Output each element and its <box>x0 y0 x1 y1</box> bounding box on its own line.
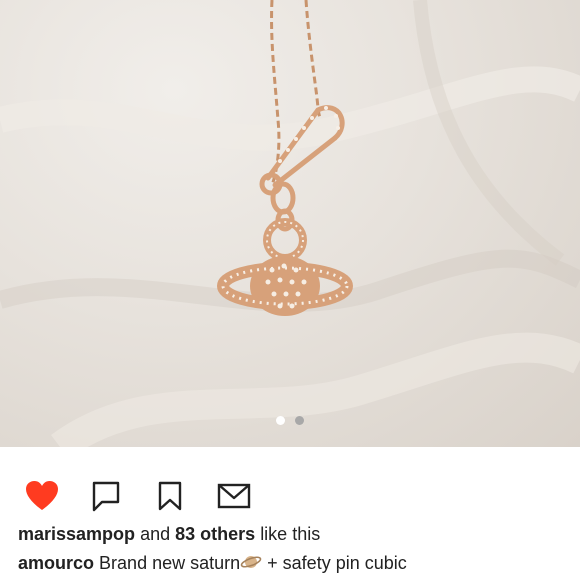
carousel-indicator <box>0 416 580 425</box>
action-bar <box>24 478 252 514</box>
envelope-icon <box>217 483 251 509</box>
likes-summary: marissampop and 83 others like this <box>18 524 320 545</box>
share-button[interactable] <box>216 478 252 514</box>
heart-filled-icon <box>26 481 58 510</box>
ringed-planet-emoji-icon <box>240 552 262 577</box>
caption-username[interactable]: amourco <box>18 553 94 573</box>
necklace-image <box>0 0 580 447</box>
caption-text-part2: + safety pin cubic <box>267 553 407 573</box>
speech-bubble-icon <box>92 481 120 512</box>
likes-suffix: like this <box>260 524 321 544</box>
post-caption: amourco Brand new saturn + safety pin cu… <box>18 552 407 577</box>
like-button[interactable] <box>24 478 60 514</box>
bookmark-icon <box>158 481 182 511</box>
liker-username[interactable]: marissampop <box>18 524 135 544</box>
comment-button[interactable] <box>88 478 124 514</box>
likes-and: and <box>140 524 171 544</box>
save-button[interactable] <box>152 478 188 514</box>
carousel-dot-active[interactable] <box>276 416 285 425</box>
product-photo[interactable] <box>0 0 580 447</box>
likes-others-link[interactable]: 83 others <box>175 524 255 544</box>
carousel-dot[interactable] <box>295 416 304 425</box>
caption-text-part1: Brand new saturn <box>99 553 241 573</box>
